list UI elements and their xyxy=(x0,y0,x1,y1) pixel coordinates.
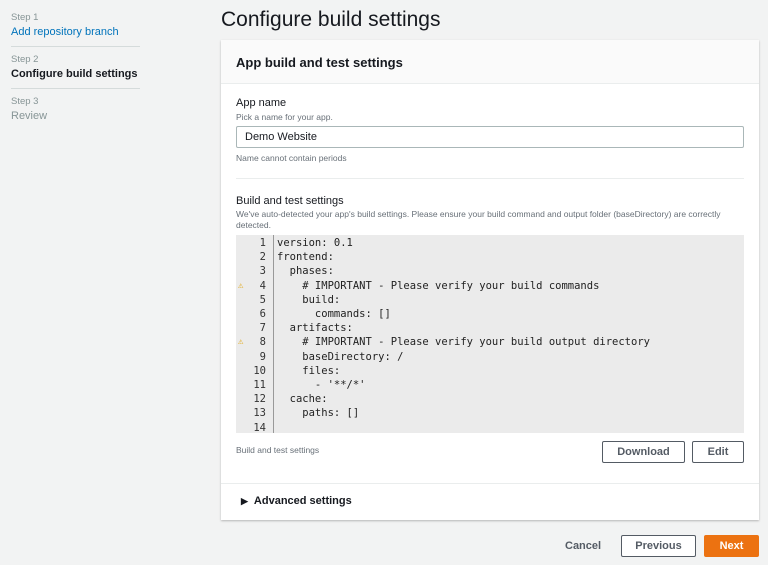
divider xyxy=(11,88,140,89)
line-number: 2 xyxy=(259,251,266,264)
step-2: Step 2 Configure build settings xyxy=(11,54,140,80)
code-line: # IMPORTANT - Please verify your build o… xyxy=(277,336,650,349)
code-line: files: xyxy=(277,364,341,377)
code-line: # IMPORTANT - Please verify your build c… xyxy=(277,279,600,292)
divider xyxy=(221,483,759,484)
code-line: phases: xyxy=(277,265,334,278)
code-line: version: 0.1 xyxy=(277,237,353,249)
next-button[interactable]: Next xyxy=(704,535,759,557)
line-number: 7 xyxy=(259,322,266,335)
line-number: 5 xyxy=(259,293,266,306)
line-number: 6 xyxy=(259,308,266,320)
previous-button[interactable]: Previous xyxy=(621,535,696,557)
code-line: baseDirectory: / xyxy=(277,350,404,363)
line-number: 13 xyxy=(253,407,266,420)
step-current-title: Configure build settings xyxy=(11,68,138,80)
advanced-settings-label: Advanced settings xyxy=(253,495,352,507)
cancel-button[interactable]: Cancel xyxy=(565,540,601,552)
line-number: 8 xyxy=(259,336,266,349)
step-1: Step 1 Add repository branch xyxy=(11,12,140,38)
page-title: Configure build settings xyxy=(221,8,441,31)
edit-button[interactable]: Edit xyxy=(692,441,744,463)
app-name-description: Pick a name for your app. xyxy=(236,112,333,122)
line-number: 1 xyxy=(259,237,266,249)
line-number: 3 xyxy=(259,265,266,278)
divider xyxy=(236,178,744,179)
line-number: 10 xyxy=(253,364,266,377)
divider xyxy=(11,46,140,47)
build-settings-description: We've auto-detected your app's build set… xyxy=(236,209,721,230)
line-number: 11 xyxy=(253,379,266,391)
advanced-settings-toggle[interactable]: ▶ Advanced settings xyxy=(241,495,352,507)
step-title: Review xyxy=(11,110,48,122)
code-line: commands: [] xyxy=(277,308,391,320)
code-line: paths: [] xyxy=(277,407,360,420)
line-number: 14 xyxy=(253,421,266,434)
step-label: Step 3 xyxy=(11,96,39,107)
caret-right-icon: ▶ xyxy=(241,496,248,506)
code-line: build: xyxy=(277,293,341,306)
app-name-label: App name xyxy=(236,97,287,109)
step-label: Step 2 xyxy=(11,54,39,65)
line-number: 4 xyxy=(259,279,266,292)
download-button[interactable]: Download xyxy=(602,441,685,463)
line-number: 9 xyxy=(259,350,266,363)
step-link-add-repository-branch[interactable]: Add repository branch xyxy=(11,26,140,38)
build-settings-panel: App build and test settings App name Pic… xyxy=(221,40,759,520)
build-spec-editor[interactable]: 1 version: 0.1 2 frontend: 3 phases: ⚠ 4 # IMP… xyxy=(236,235,744,434)
code-line: frontend: xyxy=(277,251,334,264)
build-settings-label: Build and test settings xyxy=(236,195,344,207)
code-line: artifacts: xyxy=(277,322,353,335)
panel-header: App build and test settings xyxy=(221,40,759,84)
step-label: Step 1 xyxy=(11,12,39,23)
app-name-input[interactable]: Demo Website xyxy=(236,126,744,148)
build-settings-footer-label: Build and test settings xyxy=(236,445,320,455)
step-3: Step 3 Review xyxy=(11,96,140,122)
app-name-constraint: Name cannot contain periods xyxy=(236,153,347,163)
code-line: - '**/*' xyxy=(277,379,366,391)
code-line: cache: xyxy=(277,393,328,406)
line-number: 12 xyxy=(253,393,266,406)
